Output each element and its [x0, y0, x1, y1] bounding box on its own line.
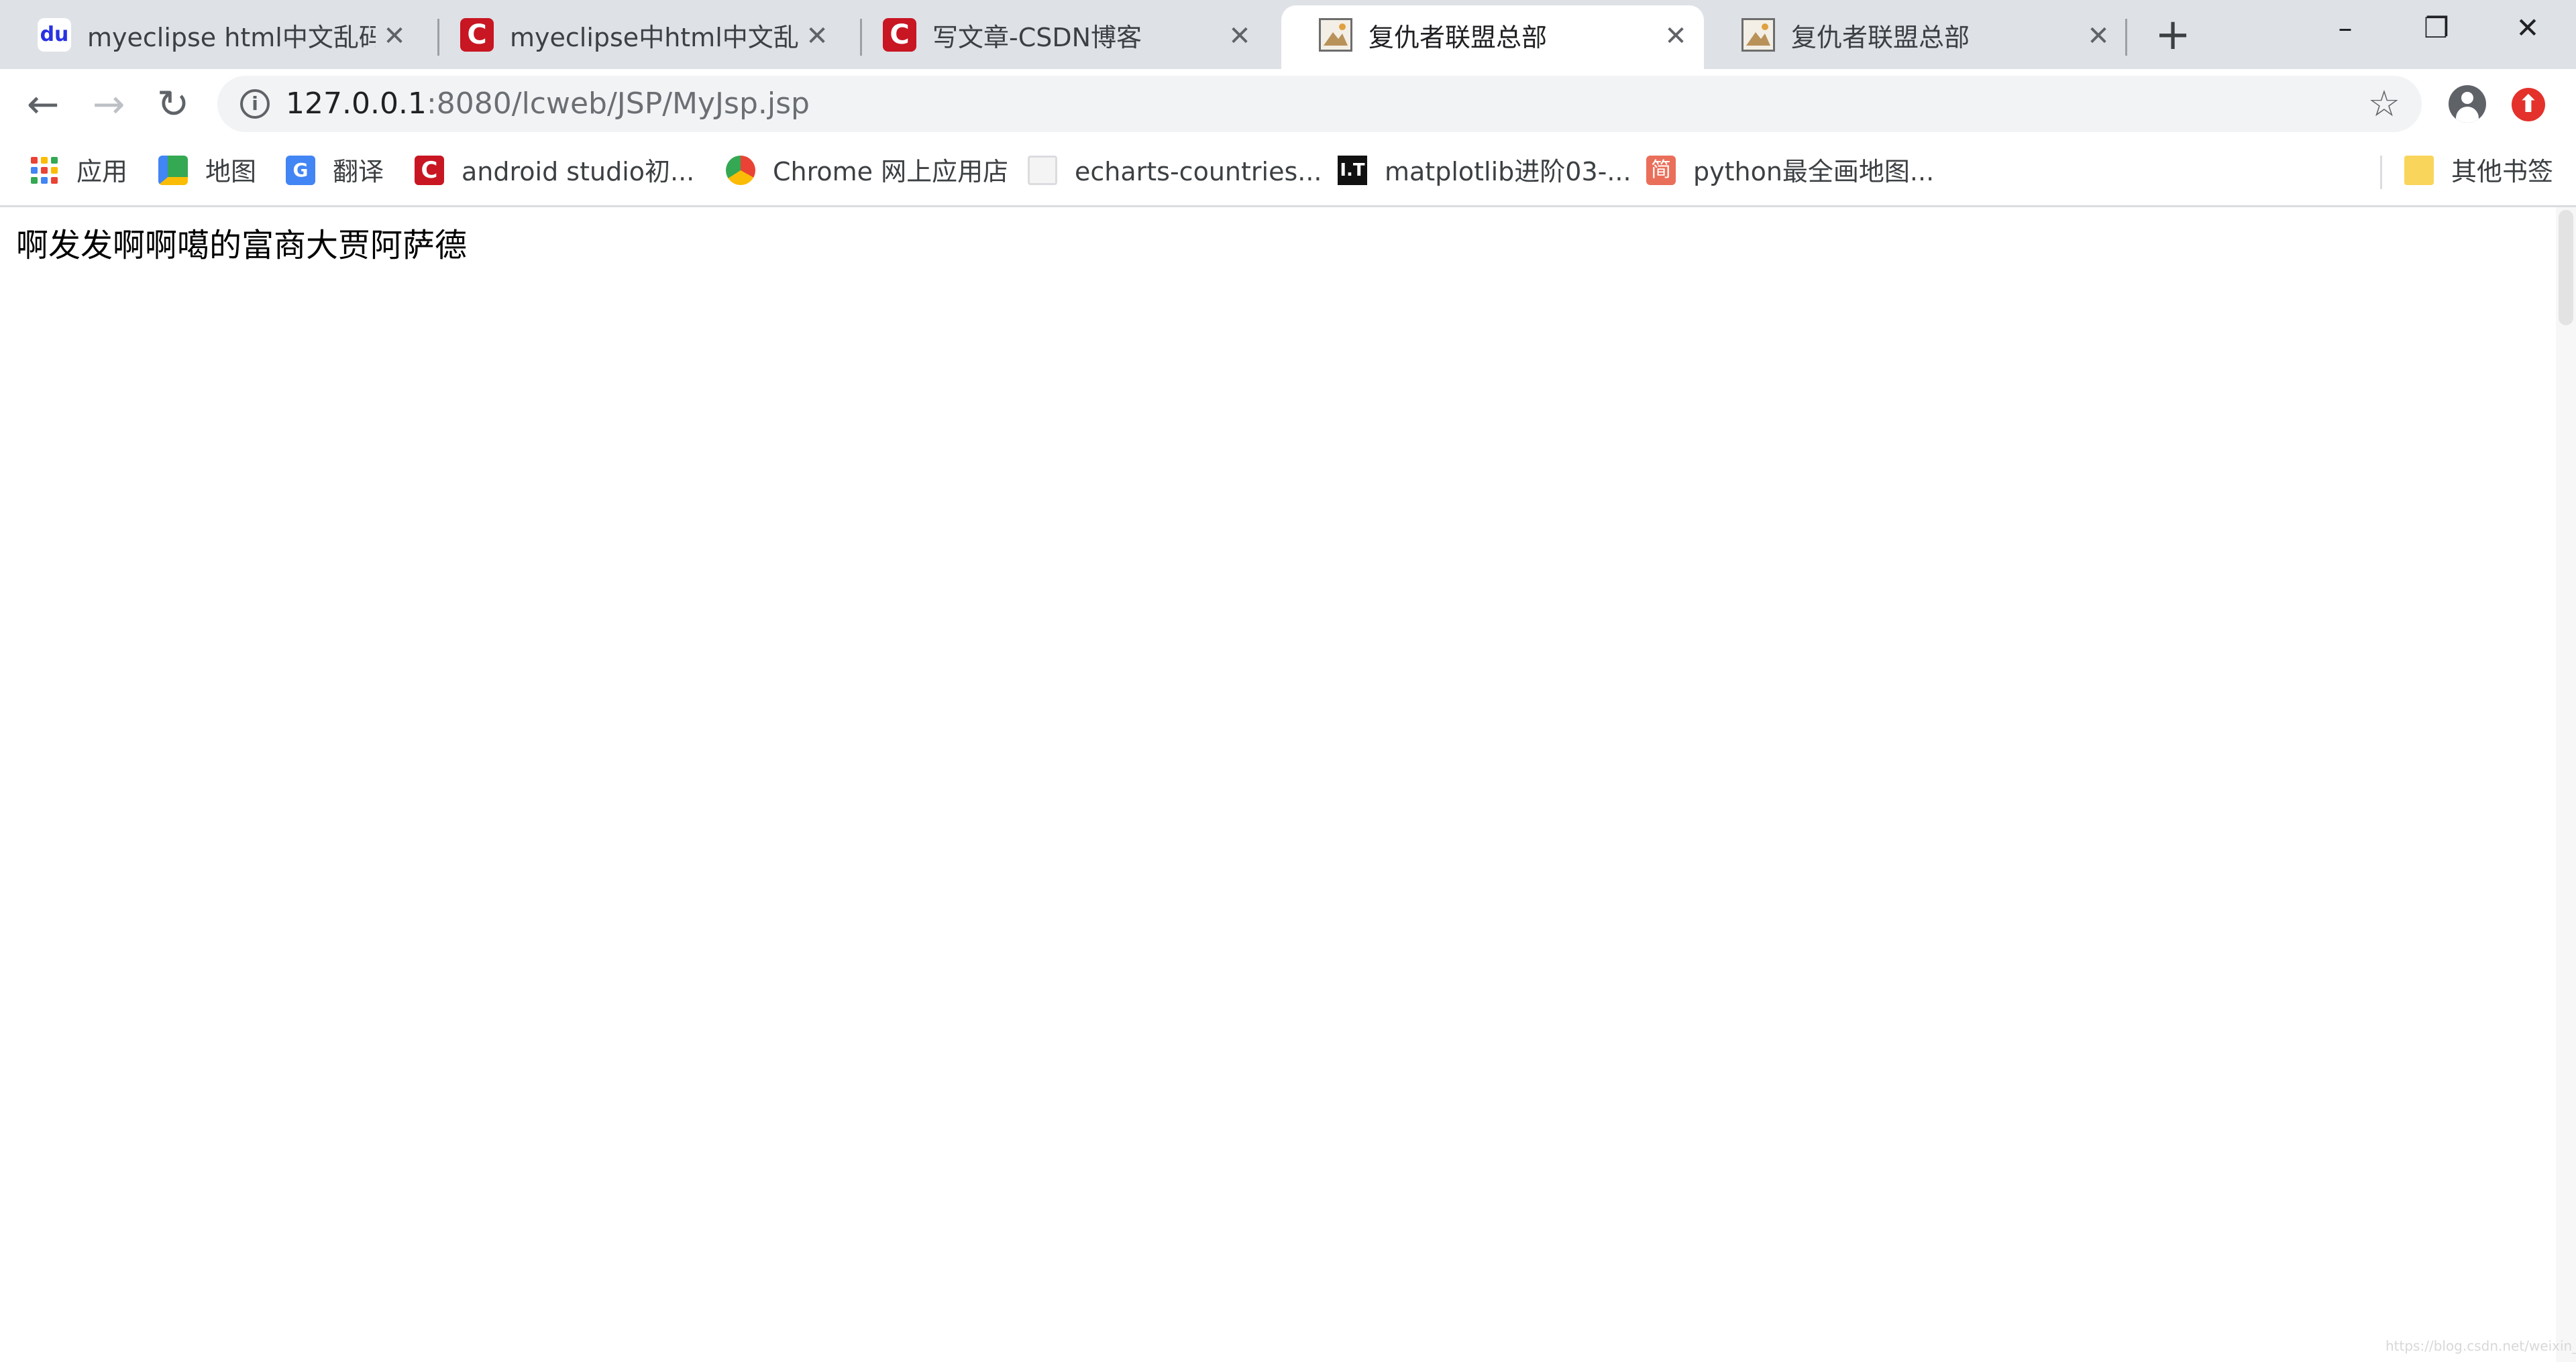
tab-strip: du myeclipse html中文乱码_百度搜索 ✕ C myeclipse… — [0, 0, 2576, 69]
baidu-paw-icon: du — [38, 18, 71, 52]
watermark-text: https://blog.csdn.net/weixin_43808745 — [2385, 1338, 2576, 1354]
bookmark-label: python最全画地图... — [1693, 157, 1935, 186]
apps-grid-dot — [31, 177, 38, 184]
extension-upload-icon[interactable]: ⬆ — [2512, 88, 2545, 121]
site-info-icon[interactable]: i — [240, 89, 270, 119]
bookmark-label: 其他书签 — [2451, 157, 2554, 186]
it-icon: I.T — [1338, 156, 1367, 185]
tab-close-icon[interactable]: ✕ — [2084, 21, 2113, 51]
new-tab-button[interactable]: + — [2144, 13, 2202, 56]
apps-grid-dot — [41, 177, 48, 184]
bookmark-label: 地图 — [205, 157, 257, 186]
tab-separator — [2125, 19, 2127, 56]
tab-close-icon[interactable]: ✕ — [802, 21, 832, 51]
tab-csdn-write[interactable]: C 写文章-CSDN博客 ✕ — [845, 5, 1268, 69]
apps-grid-dot — [31, 167, 38, 174]
translate-icon: G — [286, 156, 315, 185]
close-window-button[interactable]: ✕ — [2482, 0, 2573, 56]
tab-title: 写文章-CSDN博客 — [932, 23, 1142, 52]
tab-close-icon[interactable]: ✕ — [380, 21, 409, 51]
apps-grid-dot — [51, 167, 58, 174]
url-path: :8080/lcweb/JSP/MyJsp.jsp — [426, 87, 810, 121]
page-body-text: 啊发发啊啊噶的富商大贾阿萨德 — [16, 227, 468, 264]
tab-close-icon[interactable]: ✕ — [1661, 21, 1690, 51]
tab-csdn-article[interactable]: C myeclipse中html中文乱码 ✕ — [423, 5, 845, 69]
forward-button[interactable]: → — [83, 78, 134, 129]
bookmark-label: 翻译 — [333, 157, 384, 186]
maps-icon — [158, 156, 188, 185]
csdn-icon: C — [883, 18, 916, 52]
csdn-icon: C — [460, 18, 494, 52]
minimize-button[interactable]: – — [2300, 0, 2391, 56]
avengers-image-glyph — [1324, 23, 1348, 46]
apps-grid-dot — [41, 157, 48, 164]
navigation-toolbar: ← → ↻ i 127.0.0.1:8080/lcweb/JSP/MyJsp.j… — [0, 69, 2576, 139]
tab-title: myeclipse html中文乱码_百度搜索 — [87, 23, 376, 52]
apps-grid-icon — [30, 156, 59, 185]
scrollbar-track[interactable] — [2556, 207, 2576, 1362]
bookmark-star-icon[interactable]: ☆ — [2364, 84, 2404, 124]
chrome-webstore-icon — [726, 156, 755, 185]
bookmark-label: echarts-countries... — [1075, 157, 1322, 186]
page-icon — [1028, 156, 1057, 185]
back-button[interactable]: ← — [17, 78, 68, 129]
csdn-icon: C — [415, 156, 444, 185]
tab-title: myeclipse中html中文乱码 — [510, 23, 798, 52]
tab-close-icon[interactable]: ✕ — [1225, 21, 1254, 51]
page-content: 啊发发啊啊噶的富商大贾阿萨德 https://blog.csdn.net/wei… — [0, 207, 2576, 1362]
bookmark-label: android studio初... — [462, 157, 695, 186]
jianshu-icon: 简 — [1646, 156, 1676, 185]
bookmark-label: 应用 — [76, 157, 128, 186]
bookmark-label: matplotlib进阶03-... — [1385, 157, 1631, 186]
url-host: 127.0.0.1 — [286, 87, 427, 121]
bookmark-label: Chrome 网上应用店 — [773, 157, 1009, 186]
scrollbar-thumb[interactable] — [2559, 210, 2573, 325]
avengers-image-icon — [1741, 18, 1775, 52]
restore-button[interactable]: ❐ — [2391, 0, 2482, 56]
tab-baidu-search[interactable]: du myeclipse html中文乱码_百度搜索 ✕ — [0, 5, 423, 69]
address-bar[interactable]: i 127.0.0.1:8080/lcweb/JSP/MyJsp.jsp ☆ — [217, 76, 2422, 132]
avengers-image-icon — [1319, 18, 1352, 52]
bookmarks-divider — [2380, 156, 2382, 189]
avengers-image-glyph — [1746, 23, 1770, 46]
profile-avatar-icon[interactable] — [2449, 85, 2486, 123]
apps-grid-dot — [51, 177, 58, 184]
folder-icon — [2404, 156, 2434, 185]
tab-title: 复仇者联盟总部 — [1791, 23, 1970, 52]
bookmarks-bar: 应用 地图 G 翻译 C android studio初... Chrome 网… — [0, 139, 2576, 207]
avatar-body — [2456, 107, 2479, 123]
tab-avengers-active[interactable]: 复仇者联盟总部 ✕ — [1281, 5, 1704, 69]
apps-grid-dot — [41, 167, 48, 174]
avatar-head — [2461, 92, 2473, 104]
url-text[interactable]: 127.0.0.1:8080/lcweb/JSP/MyJsp.jsp — [286, 84, 810, 124]
tab-title: 复仇者联盟总部 — [1368, 23, 1548, 52]
reload-button[interactable]: ↻ — [148, 78, 199, 129]
apps-grid-dot — [31, 157, 38, 164]
browser-window: du myeclipse html中文乱码_百度搜索 ✕ C myeclipse… — [0, 0, 2576, 1362]
apps-grid-dot — [51, 157, 58, 164]
tab-avengers[interactable]: 复仇者联盟总部 ✕ — [1704, 5, 2127, 69]
